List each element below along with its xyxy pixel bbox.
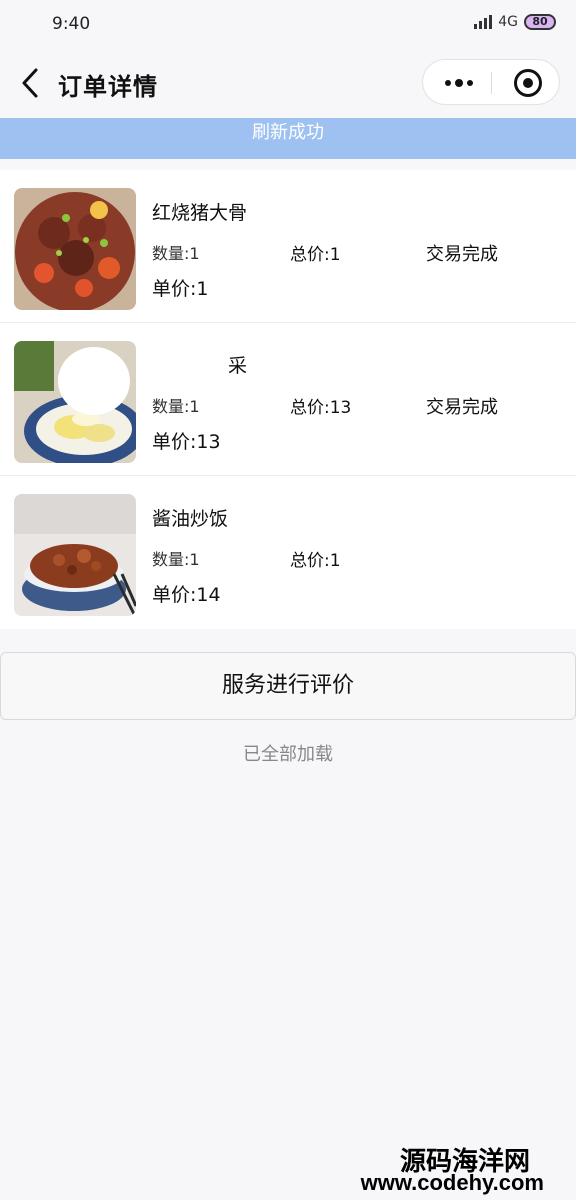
dish-name: 酱油炒饭 (152, 508, 229, 530)
close-mini-program-button[interactable] (492, 60, 560, 106)
quantity-label: 数量:1 (152, 244, 200, 263)
chevron-left-icon (22, 68, 38, 98)
unit-price-label: 单价:14 (152, 584, 221, 606)
quantity-label: 数量:1 (152, 550, 200, 569)
unit-price-label: 单价:13 (152, 431, 221, 453)
dish-image (14, 188, 136, 310)
order-status-label: 交易完成 (426, 397, 498, 418)
back-button[interactable] (14, 64, 48, 102)
quantity-label: 数量:1 (152, 397, 200, 416)
order-item[interactable]: 红烧猪大骨 数量:1 总价:1 交易完成 单价:1 (0, 170, 576, 323)
total-price-label: 总价:1 (290, 245, 341, 265)
more-button[interactable] (423, 60, 491, 106)
page-title: 订单详情 (58, 73, 158, 101)
dish-name: 采 (228, 355, 248, 377)
order-status-label: 交易完成 (426, 244, 498, 265)
watermark-url: www.codehy.com (360, 1170, 544, 1195)
order-item[interactable]: 采 数量:1 总价:13 交易完成 单价:13 (0, 323, 576, 476)
total-price-label: 总价:13 (290, 398, 352, 418)
status-bar: 9:40 4G 80 (0, 0, 576, 50)
total-price-label: 总价:1 (290, 551, 341, 571)
dish-name: 红烧猪大骨 (152, 202, 248, 224)
status-icons: 4G 80 (474, 14, 556, 30)
refresh-success-banner: 刷新成功 (0, 118, 576, 159)
signal-icon (474, 15, 493, 29)
dish-image (14, 494, 136, 616)
dish-image (14, 341, 136, 463)
unit-price-label: 单价:1 (152, 278, 209, 300)
review-service-button[interactable]: 服务进行评价 (0, 652, 576, 720)
order-item[interactable]: 酱油炒饭 数量:1 总价:1 单价:14 (0, 476, 576, 629)
more-dots-icon (445, 80, 451, 86)
status-time: 9:40 (52, 14, 91, 34)
all-loaded-tip: 已全部加载 (243, 744, 333, 765)
battery-icon: 80 (524, 14, 556, 30)
mini-program-capsule (422, 59, 560, 105)
network-label: 4G (498, 14, 518, 30)
order-list: 红烧猪大骨 数量:1 总价:1 交易完成 单价:1 采 数量:1 总价:13 交… (0, 170, 576, 629)
nav-bar: 订单详情 (0, 50, 576, 116)
